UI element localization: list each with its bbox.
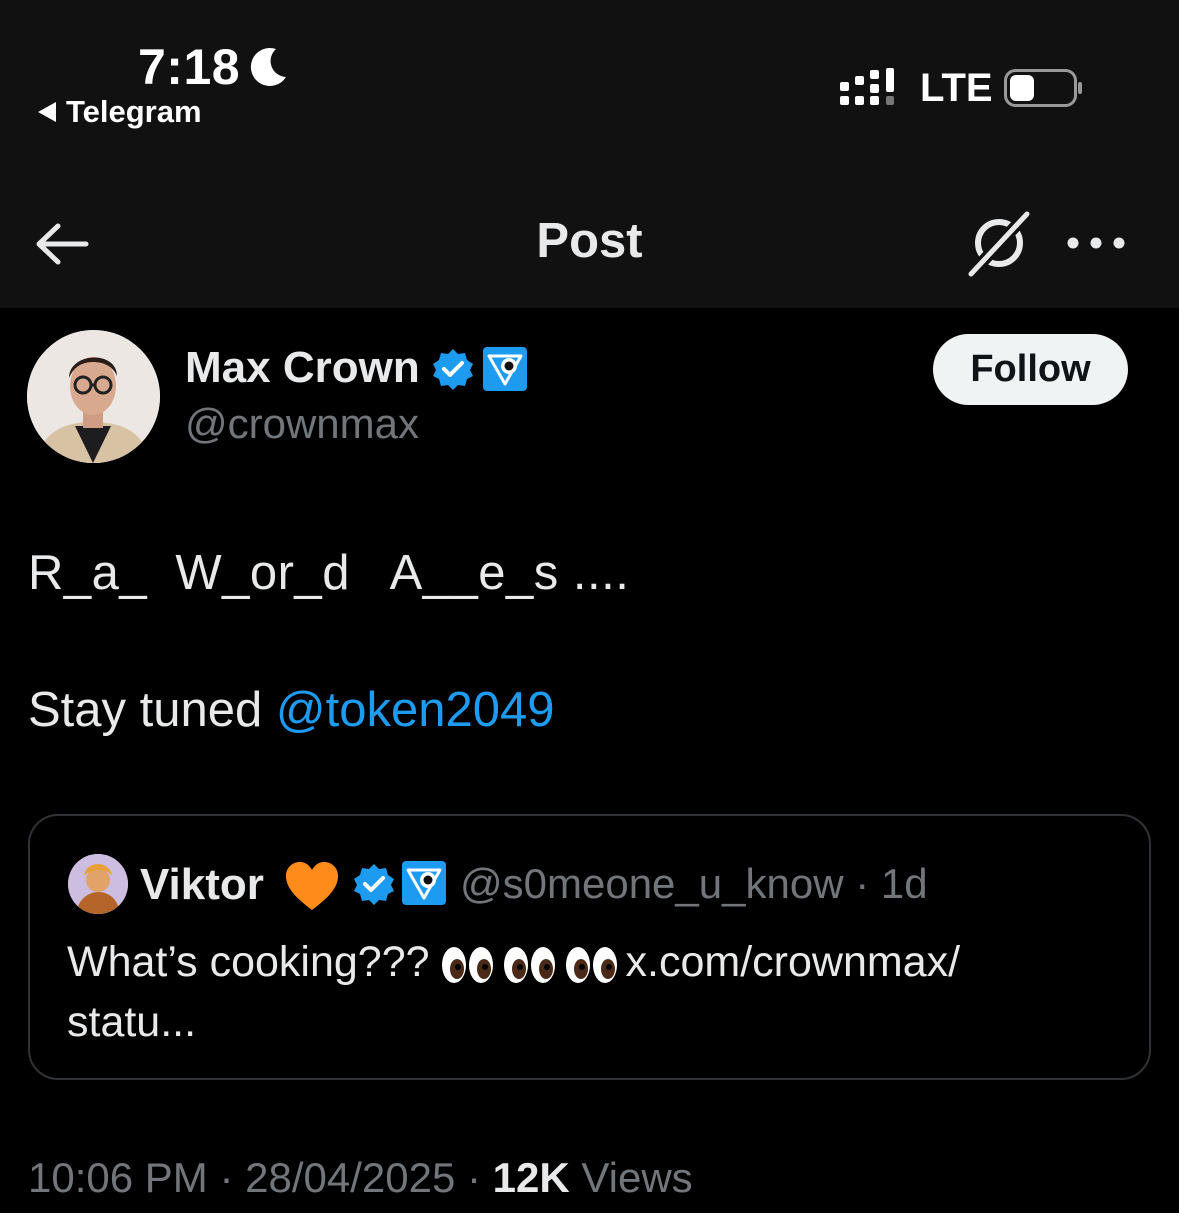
affiliate-badge-icon (483, 347, 527, 391)
views-count[interactable]: 12K (493, 1154, 570, 1201)
verified-icon (354, 864, 394, 905)
eyes-emoji (441, 946, 617, 983)
post-text-line2: Stay tuned @token2049 (28, 682, 555, 738)
author-handle[interactable]: @crownmax (185, 400, 419, 448)
verified-icon (433, 349, 473, 390)
affiliate-badge-icon (402, 861, 446, 905)
mention-link[interactable]: @token2049 (276, 683, 555, 737)
follow-button[interactable]: Follow (933, 334, 1128, 405)
quote-text-suffix: statu... (67, 998, 197, 1046)
views-label: Views (581, 1154, 693, 1201)
quote-avatar[interactable] (68, 854, 128, 914)
post-meta: 10:06 PM · 28/04/2025 · 12K Views (28, 1154, 693, 1201)
grok-icon[interactable] (965, 210, 1033, 278)
quote-avatar-image (68, 854, 128, 914)
back-app-label: Telegram (66, 94, 202, 129)
quote-author-name: Viktor (140, 860, 264, 909)
back-to-telegram[interactable]: Telegram (38, 94, 202, 130)
quote-text-prefix: What’s cooking??? (67, 938, 430, 986)
battery-icon (1004, 69, 1082, 107)
post-date: 28/04/2025 (245, 1154, 456, 1201)
quoted-post-card[interactable]: Viktor @s0meone_u_know · 1d What’s cooki… (28, 814, 1151, 1080)
quote-text-link: x.com/crownmax/ (625, 938, 961, 986)
moon-icon (250, 47, 286, 86)
network-type: LTE (920, 66, 993, 110)
post-text-line1: R_a_ W_or_d A__e_s .... (28, 546, 630, 600)
signal-icon (840, 68, 894, 105)
more-icon[interactable] (1064, 225, 1128, 261)
post-text-prefix: Stay tuned (28, 683, 276, 737)
back-arrow-icon[interactable] (34, 222, 90, 266)
quote-handle-time: @s0meone_u_know · 1d (460, 860, 928, 907)
back-triangle-icon (38, 102, 56, 122)
post-time: 10:06 PM (28, 1154, 208, 1201)
author-avatar[interactable] (27, 330, 160, 463)
quote-text: What’s cooking??? x.com/crownmax/statu..… (67, 932, 1127, 1052)
heart-icon (286, 862, 338, 910)
status-time: 7:18 (138, 39, 241, 95)
author-name[interactable]: Max Crown (185, 343, 420, 393)
author-avatar-image (27, 330, 160, 463)
